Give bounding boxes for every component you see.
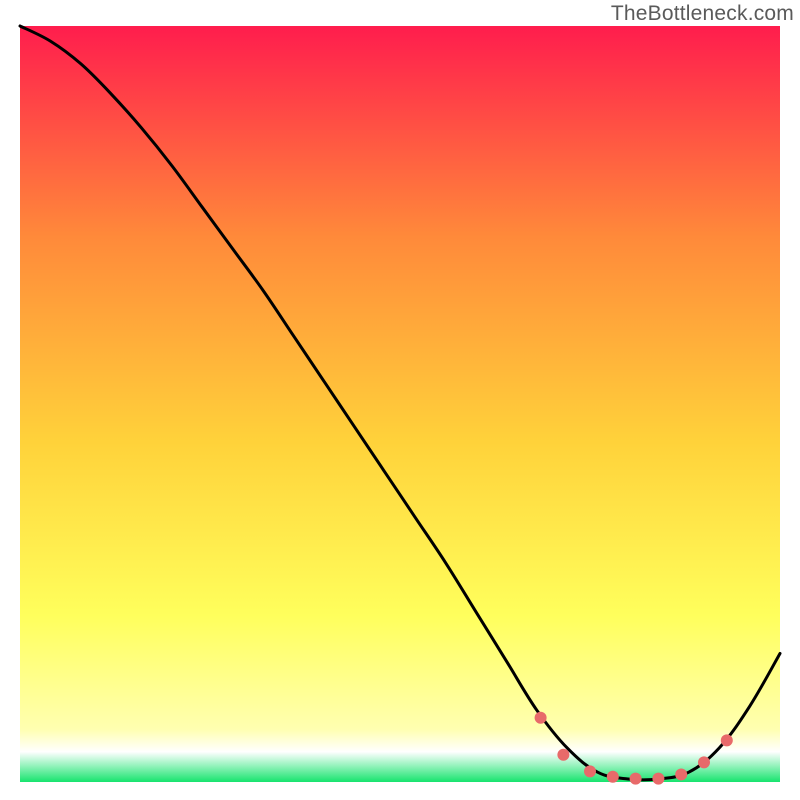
- plot-gradient-rect: [20, 26, 780, 782]
- gradient-background: [0, 0, 800, 800]
- watermark-label: TheBottleneck.com: [611, 2, 794, 26]
- chart-stage: TheBottleneck.com: [0, 0, 800, 800]
